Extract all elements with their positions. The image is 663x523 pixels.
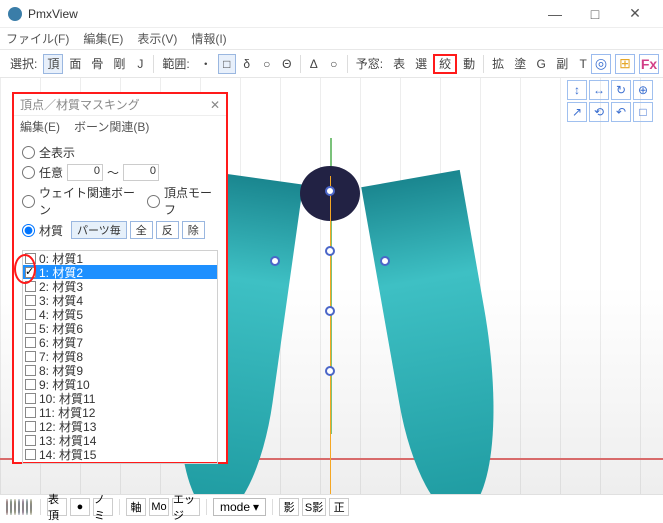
nav-tools: ↕ ↔ ↻ ⊕ ↗ ⟲ ↶ □ (567, 80, 659, 122)
color-dot[interactable] (14, 499, 16, 515)
status-edge[interactable]: エッジ (172, 498, 200, 516)
checkbox-icon[interactable] (25, 407, 36, 418)
checkbox-icon[interactable] (25, 295, 36, 306)
range-theta[interactable]: Θ (278, 54, 296, 74)
select-vertex[interactable]: 頂 (43, 54, 63, 74)
nav-undo-icon[interactable]: ↶ (611, 102, 631, 122)
axis-b[interactable]: ○ (325, 54, 343, 74)
panel-menu-edit[interactable]: 編集(E) (20, 118, 60, 135)
nav-zoom-icon[interactable]: ⊕ (633, 80, 653, 100)
opt-weight[interactable] (22, 195, 35, 208)
checkbox-icon[interactable] (25, 337, 36, 348)
model-silhouette (230, 136, 430, 494)
tab-mask-highlighted[interactable]: 絞 (433, 54, 457, 74)
checkbox-icon[interactable] (25, 323, 36, 334)
gizmo-icon[interactable]: ◎ (591, 54, 611, 74)
select-bone[interactable]: 骨 (87, 54, 107, 74)
tab-expand[interactable]: 拡 (488, 54, 508, 74)
menu-file[interactable]: ファイル(F) (6, 30, 69, 47)
tab-t[interactable]: T (574, 54, 592, 74)
checkbox-icon[interactable] (25, 421, 36, 432)
tab-anim[interactable]: 動 (459, 54, 479, 74)
status-c[interactable]: ノミ (93, 498, 113, 516)
range-label: 範囲: (158, 54, 193, 74)
select-joint[interactable]: J (131, 54, 149, 74)
range-from[interactable]: 0 (67, 164, 103, 181)
highlight-oval (14, 254, 36, 284)
checkbox-icon[interactable] (25, 393, 36, 404)
fx-button[interactable]: Fx (639, 54, 659, 74)
nav-b-icon[interactable]: ⟲ (589, 102, 609, 122)
select-face[interactable]: 面 (65, 54, 85, 74)
color-dot[interactable] (22, 499, 24, 515)
btn-remove[interactable]: 除 (182, 221, 205, 239)
material-list[interactable]: 0: 材質11: 材質22: 材質33: 材質44: 材質55: 材質66: 材… (22, 250, 218, 464)
nav-pan-v-icon[interactable]: ↕ (567, 80, 587, 100)
shadow-c[interactable]: 正 (329, 498, 349, 516)
menu-view[interactable]: 表示(V) (137, 30, 177, 47)
child-label: 予窓: (352, 54, 387, 74)
range-dot-icon[interactable]: ・ (196, 54, 216, 74)
minimize-button[interactable]: — (535, 6, 575, 22)
status-mo[interactable]: Mo (149, 498, 169, 516)
menu-info[interactable]: 情報(I) (191, 30, 226, 47)
opt-any[interactable] (22, 166, 35, 179)
nav-fit-icon[interactable]: □ (633, 102, 653, 122)
masking-panel: 頂点／材質マスキング ✕ 編集(E) ボーン関連(B) 全表示 任意 0 ～ 0… (12, 92, 228, 464)
shadow-a[interactable]: 影 (279, 498, 299, 516)
opt-morph[interactable] (147, 195, 160, 208)
menubar: ファイル(F) 編集(E) 表示(V) 情報(I) (0, 28, 663, 50)
btn-all[interactable]: 全 (130, 221, 153, 239)
panel-close-icon[interactable]: ✕ (210, 98, 220, 112)
range-tri[interactable]: δ (238, 54, 256, 74)
select-rigid[interactable]: 剛 (109, 54, 129, 74)
checkbox-icon[interactable] (25, 379, 36, 390)
tab-g[interactable]: G (532, 54, 550, 74)
toolbar: 選択: 頂 面 骨 剛 J 範囲: ・ □ δ ○ Θ Δ ○ 予窓: 表 選 … (0, 50, 663, 78)
checkbox-icon[interactable] (25, 365, 36, 376)
checkbox-icon[interactable] (25, 309, 36, 320)
maximize-button[interactable]: □ (575, 6, 615, 22)
checkbox-icon[interactable] (25, 351, 36, 362)
status-b[interactable]: ● (70, 498, 90, 516)
nav-pan-h-icon[interactable]: ↔ (589, 80, 609, 100)
range-circle[interactable]: ○ (258, 54, 276, 74)
close-button[interactable]: ✕ (615, 5, 655, 22)
shadow-b[interactable]: S影 (302, 498, 326, 516)
titlebar: PmxView — □ ✕ (0, 0, 663, 28)
app-icon (8, 7, 22, 21)
checkbox-icon[interactable] (25, 449, 36, 460)
mode-dropdown[interactable]: mode▾ (213, 498, 266, 516)
tab-table[interactable]: 表 (389, 54, 409, 74)
window-title: PmxView (28, 7, 535, 21)
opt-show-all[interactable] (22, 146, 35, 159)
btn-invert[interactable]: 反 (156, 221, 179, 239)
color-dot[interactable] (10, 499, 12, 515)
color-dot[interactable] (30, 499, 32, 515)
tab-select[interactable]: 選 (411, 54, 431, 74)
tab-paint[interactable]: 塗 (510, 54, 530, 74)
range-to[interactable]: 0 (123, 164, 159, 181)
status-axis[interactable]: 軸 (126, 498, 146, 516)
opt-material[interactable] (22, 224, 35, 237)
menu-edit[interactable]: 編集(E) (83, 30, 123, 47)
color-dot[interactable] (18, 499, 20, 515)
panel-title: 頂点／材質マスキング (20, 96, 140, 113)
select-label: 選択: (6, 54, 41, 74)
axis-a[interactable]: Δ (305, 54, 323, 74)
item-label: 14: 材質15 (39, 446, 96, 463)
grid-icon[interactable]: ⊞ (615, 54, 635, 74)
panel-menu-bone[interactable]: ボーン関連(B) (74, 118, 149, 135)
color-dot[interactable] (26, 499, 28, 515)
color-dot[interactable] (6, 499, 8, 515)
status-a[interactable]: 表頂 (47, 498, 67, 516)
range-rect[interactable]: □ (218, 54, 236, 74)
statusbar: 表頂 ● ノミ 軸 Mo エッジ mode▾ 影 S影 正 (0, 494, 663, 518)
nav-a-icon[interactable]: ↗ (567, 102, 587, 122)
tab-sub[interactable]: 副 (552, 54, 572, 74)
nav-rotate-icon[interactable]: ↻ (611, 80, 631, 100)
list-item[interactable]: 14: 材質15 (23, 447, 217, 461)
checkbox-icon[interactable] (25, 435, 36, 446)
btn-per-parts[interactable]: パーツ毎 (71, 221, 127, 239)
